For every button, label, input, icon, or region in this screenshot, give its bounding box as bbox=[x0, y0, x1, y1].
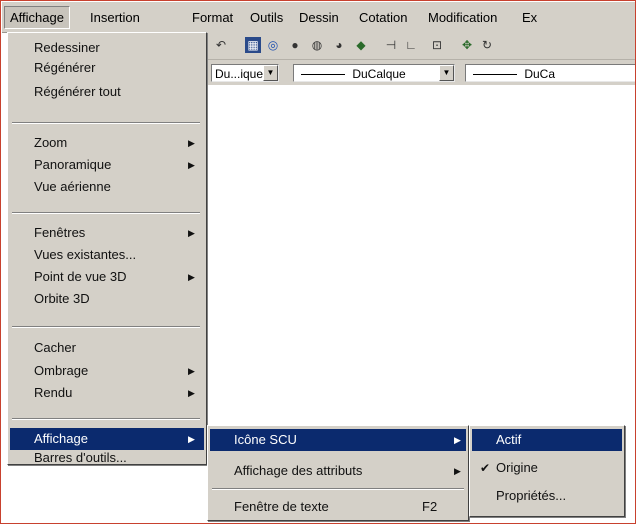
menu-item-vue-aerienne[interactable]: Vue aérienne bbox=[10, 176, 202, 198]
menu-item-regenerer[interactable]: Régénérer bbox=[10, 57, 202, 79]
submenu-arrow-icon: ▶ bbox=[188, 388, 195, 398]
submenu-arrow-icon: ▶ bbox=[188, 366, 195, 376]
submenu-arrow-icon: ▶ bbox=[188, 160, 195, 170]
menu-affichage[interactable]: Affichage bbox=[4, 6, 70, 29]
menu-item-ombrage[interactable]: Ombrage ▶ bbox=[10, 360, 202, 382]
submenu-arrow-icon: ▶ bbox=[454, 466, 461, 476]
checkmark-icon: ✔ bbox=[480, 461, 491, 475]
menu-item-icone-scu[interactable]: Icône SCU ▶ bbox=[210, 429, 466, 451]
menu-item-fenetre-de-texte[interactable]: Fenêtre de texte F2 bbox=[210, 496, 466, 518]
menu-ex[interactable]: Ex bbox=[522, 10, 537, 25]
menu-item-cacher[interactable]: Cacher bbox=[10, 337, 202, 359]
linetype-combo[interactable]: DuCalque ▼ bbox=[293, 64, 455, 82]
dimension-icon[interactable]: ⊣ bbox=[383, 37, 399, 53]
menu-item-fenetres[interactable]: Fenêtres ▶ bbox=[10, 222, 202, 244]
menu-item-origine[interactable]: ✔ Origine bbox=[472, 457, 622, 479]
menu-format[interactable]: Format bbox=[192, 10, 233, 25]
undo-arrow-icon[interactable]: ↶ bbox=[213, 37, 229, 53]
zoom-window-icon[interactable]: ⊡ bbox=[429, 37, 445, 53]
layer-combo[interactable]: Du...ique ▼ bbox=[211, 64, 279, 82]
lineweight-combo[interactable]: DuCa bbox=[465, 64, 635, 82]
standard-toolbar: ↶ ▦ ◎ ● ◍ ◕ ◆ ⊣ ∟ ⊡ ✥ ↻ bbox=[207, 32, 635, 58]
menu-item-panoramique[interactable]: Panoramique ▶ bbox=[10, 154, 202, 176]
menu-separator bbox=[12, 418, 200, 420]
application-window: Affichage Insertion Format Outils Dessin… bbox=[0, 0, 636, 524]
submenu-arrow-icon: ▶ bbox=[454, 435, 461, 445]
submenu-arrow-icon: ▶ bbox=[188, 228, 195, 238]
chevron-down-icon[interactable]: ▼ bbox=[439, 65, 454, 81]
menu-item-actif[interactable]: Actif bbox=[472, 429, 622, 451]
lineweight-sample bbox=[473, 74, 517, 76]
menu-outils[interactable]: Outils bbox=[250, 10, 283, 25]
affichage-menu: Redessiner Régénérer Régénérer tout Zoom… bbox=[7, 32, 207, 465]
menu-item-proprietes[interactable]: Propriétés... bbox=[472, 485, 622, 507]
chevron-down-icon[interactable]: ▼ bbox=[263, 65, 278, 81]
lineweight-combo-value: DuCa bbox=[524, 67, 556, 81]
affichage-submenu: Icône SCU ▶ Affichage des attributs ▶ Fenê… bbox=[207, 425, 469, 521]
render-sphere-icon[interactable]: ● bbox=[287, 37, 303, 53]
menu-item-redessiner[interactable]: Redessiner bbox=[10, 37, 202, 59]
menu-separator bbox=[12, 212, 200, 214]
icone-scu-submenu: Actif ✔ Origine Propriétés... bbox=[469, 425, 625, 517]
menu-modification[interactable]: Modification bbox=[428, 10, 497, 25]
menu-cotation[interactable]: Cotation bbox=[359, 10, 407, 25]
menu-item-regenerer-tout[interactable]: Régénérer tout bbox=[10, 81, 202, 103]
object-snap-icon[interactable]: ◎ bbox=[265, 37, 281, 53]
menu-item-vues-existantes[interactable]: Vues existantes... bbox=[10, 244, 202, 266]
properties-toolbar: Du...ique ▼ DuCalque ▼ DuCa bbox=[207, 59, 635, 86]
linetype-sample bbox=[301, 74, 345, 76]
render-scene-icon[interactable]: ◍ bbox=[309, 37, 325, 53]
menu-item-barres-d-outils[interactable]: Barres d'outils... bbox=[10, 447, 202, 469]
layer-combo-value: Du...ique bbox=[215, 67, 264, 81]
menu-insertion[interactable]: Insertion bbox=[90, 10, 140, 25]
menu-item-affichage-des-attributs[interactable]: Affichage des attributs ▶ bbox=[210, 460, 466, 482]
materials-icon[interactable]: ◕ bbox=[331, 37, 347, 53]
submenu-arrow-icon: ▶ bbox=[188, 138, 195, 148]
toolbar-area: ↶ ▦ ◎ ● ◍ ◕ ◆ ⊣ ∟ ⊡ ✥ ↻ Du...ique ▼ DuCa… bbox=[207, 32, 635, 86]
menu-item-orbite-3d[interactable]: Orbite 3D bbox=[10, 288, 202, 310]
menu-item-rendu[interactable]: Rendu ▶ bbox=[10, 382, 202, 404]
ucs-icon[interactable]: ∟ bbox=[403, 37, 419, 53]
menu-separator bbox=[12, 122, 200, 124]
pan-icon[interactable]: ✥ bbox=[459, 37, 475, 53]
menu-separator bbox=[212, 488, 464, 490]
menu-bar: Affichage Insertion Format Outils Dessin… bbox=[2, 2, 635, 33]
menu-dessin[interactable]: Dessin bbox=[299, 10, 339, 25]
linetype-combo-value: DuCalque bbox=[352, 67, 406, 81]
lights-icon[interactable]: ◆ bbox=[353, 37, 369, 53]
menu-separator bbox=[12, 326, 200, 328]
menu-item-zoom[interactable]: Zoom ▶ bbox=[10, 132, 202, 154]
shortcut-label: F2 bbox=[422, 499, 438, 514]
redraw-icon[interactable]: ↻ bbox=[479, 37, 495, 53]
menu-item-point-de-vue-3d[interactable]: Point de vue 3D ▶ bbox=[10, 266, 202, 288]
submenu-arrow-icon: ▶ bbox=[188, 272, 195, 282]
properties-icon[interactable]: ▦ bbox=[245, 37, 261, 53]
